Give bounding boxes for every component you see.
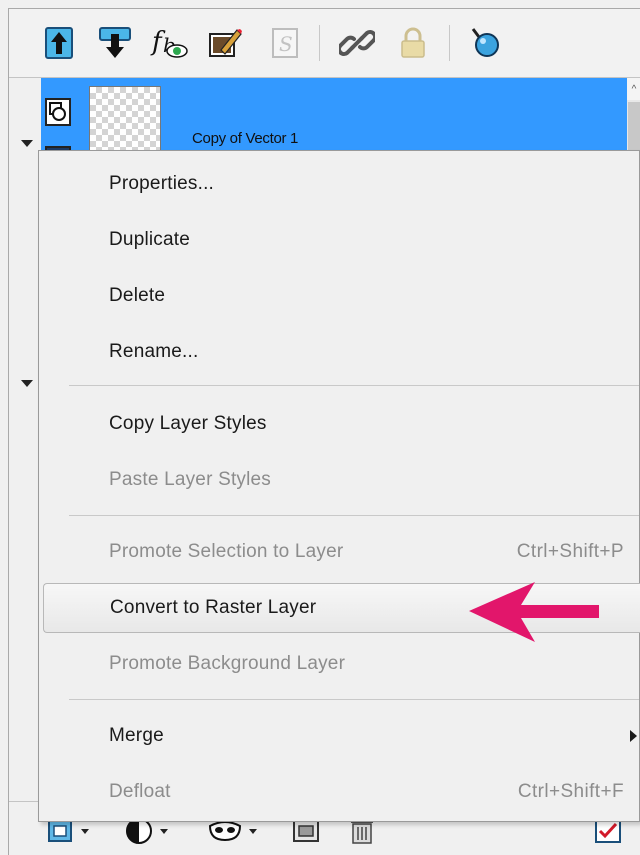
link-layer-icon: [339, 30, 375, 56]
chevron-down-icon: [160, 828, 168, 834]
edit-properties-icon: [209, 29, 242, 57]
menu-item-copy-layer-styles[interactable]: Copy Layer Styles: [39, 399, 639, 449]
menu-separator: [69, 699, 639, 700]
layer-name[interactable]: Copy of Vector 1: [192, 130, 298, 147]
scroll-up-icon[interactable]: ^: [627, 78, 640, 100]
toolbar-divider-2: [449, 25, 450, 61]
menu-item-label: Properties...: [109, 173, 215, 194]
menu-item-rename[interactable]: Rename...: [39, 327, 639, 377]
menu-item-shortcut: Ctrl+Shift+F: [517, 781, 624, 802]
menu-item-merge[interactable]: Merge: [39, 711, 639, 761]
link-group-button[interactable]: S: [265, 23, 305, 63]
callout-arrow-icon: [469, 582, 599, 642]
menu-item-label: Defloat: [109, 781, 171, 802]
menu-item-label: Copy Layer Styles: [109, 413, 267, 434]
menu-item-label: Paste Layer Styles: [109, 469, 272, 490]
menu-item-paste-layer-styles[interactable]: Paste Layer Styles: [39, 455, 639, 505]
edit-properties-button[interactable]: [205, 23, 245, 63]
menu-item-label: Delete: [109, 285, 166, 306]
layer-styles-fx-icon: f b: [150, 27, 188, 58]
link-layer-button[interactable]: [337, 23, 377, 63]
lock-transparency-button[interactable]: [393, 23, 433, 63]
move-layer-up-button[interactable]: [39, 23, 79, 63]
menu-item-label: Promote Selection to Layer: [109, 541, 344, 562]
menu-item-label: Duplicate: [109, 229, 191, 250]
menu-item-label: Promote Background Layer: [109, 653, 346, 674]
menu-item-shortcut: Ctrl+Shift+P: [516, 541, 624, 562]
svg-text:S: S: [279, 32, 293, 56]
chevron-down-icon: [249, 828, 257, 834]
pin-highlight-icon: [471, 28, 499, 57]
move-layer-down-button[interactable]: [95, 23, 135, 63]
layer-context-menu: Properties... Duplicate Delete Rename...…: [38, 150, 640, 822]
menu-item-delete[interactable]: Delete: [39, 271, 639, 321]
toolbar-divider: [319, 25, 320, 61]
submenu-arrow-icon: [630, 730, 637, 742]
layer-styles-button[interactable]: f b: [149, 23, 189, 63]
menu-separator: [69, 515, 639, 516]
menu-item-duplicate[interactable]: Duplicate: [39, 215, 639, 265]
move-layer-up-icon: [45, 27, 73, 59]
expand-toggle-icon[interactable]: [21, 140, 33, 147]
link-group-disabled-icon: S: [272, 28, 298, 58]
chevron-down-icon: [81, 828, 89, 834]
lock-transparency-icon: [401, 27, 425, 58]
vector-layer-type-icon: [45, 98, 71, 126]
menu-item-label: Convert to Raster Layer: [110, 597, 317, 618]
menu-item-label: Rename...: [109, 341, 199, 362]
menu-item-properties[interactable]: Properties...: [39, 159, 639, 209]
highlight-button[interactable]: [465, 23, 505, 63]
expand-toggle-icon-2[interactable]: [21, 380, 33, 387]
menu-item-label: Merge: [109, 725, 164, 746]
menu-item-defloat[interactable]: Defloat Ctrl+Shift+F: [39, 767, 639, 817]
move-layer-down-icon: [99, 27, 131, 58]
layers-toolbar: f b S: [9, 9, 640, 78]
menu-item-promote-selection[interactable]: Promote Selection to Layer Ctrl+Shift+P: [39, 527, 639, 577]
menu-separator: [69, 385, 639, 386]
